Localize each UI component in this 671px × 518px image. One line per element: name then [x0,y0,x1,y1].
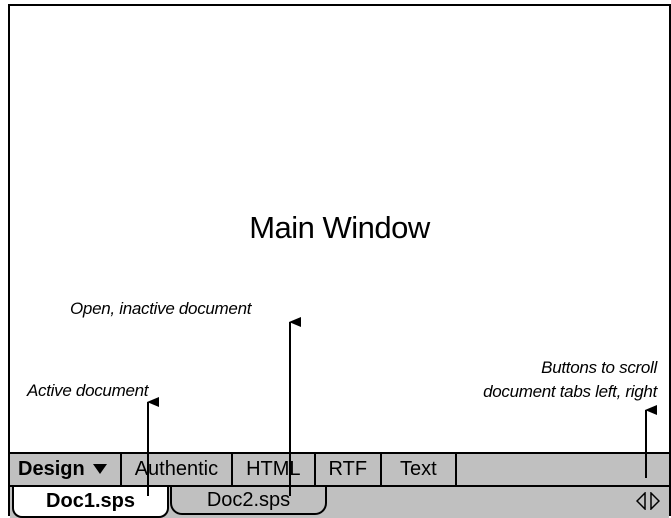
doc-tab-doc1-label: Doc1.sps [46,490,135,512]
view-tab-authentic[interactable]: Authentic [122,454,234,485]
view-tab-bar: Design Authentic HTML RTF Text [10,452,669,487]
doc-tab-doc1[interactable]: Doc1.sps [12,487,169,518]
callout-active-document: Active document [27,381,149,400]
view-tab-text-label: Text [400,458,437,480]
view-tab-rtf[interactable]: RTF [316,454,383,485]
triangle-down-icon[interactable] [92,460,108,480]
view-tab-text[interactable]: Text [382,454,457,485]
doc-tab-doc2[interactable]: Doc2.sps [170,487,327,515]
doc-tab-doc2-label: Doc2.sps [206,488,291,511]
view-tab-design-label: Design [18,458,85,480]
view-tab-html-label: HTML [246,458,301,480]
callout-scroll-line1: Buttons to scroll [541,358,657,377]
callout-scroll-buttons: Buttons to scroll document tabs left, ri… [483,356,657,404]
view-tab-design[interactable]: Design [10,454,122,485]
main-window-title: Main Window [249,210,430,245]
triangle-right-icon[interactable] [649,491,661,511]
document-tab-bar: Doc2.sps Doc1.sps [10,487,669,518]
view-tab-authentic-label: Authentic [134,458,219,480]
callout-inactive-document: Open, inactive document [70,299,252,318]
tab-scroll-buttons [635,491,661,511]
triangle-left-icon[interactable] [635,491,647,511]
main-window: Main Window Open, inactive document Acti… [8,4,671,518]
callout-scroll-line2: document tabs left, right [483,382,657,401]
view-tab-html[interactable]: HTML [233,454,316,485]
view-tab-rtf-label: RTF [328,458,368,480]
